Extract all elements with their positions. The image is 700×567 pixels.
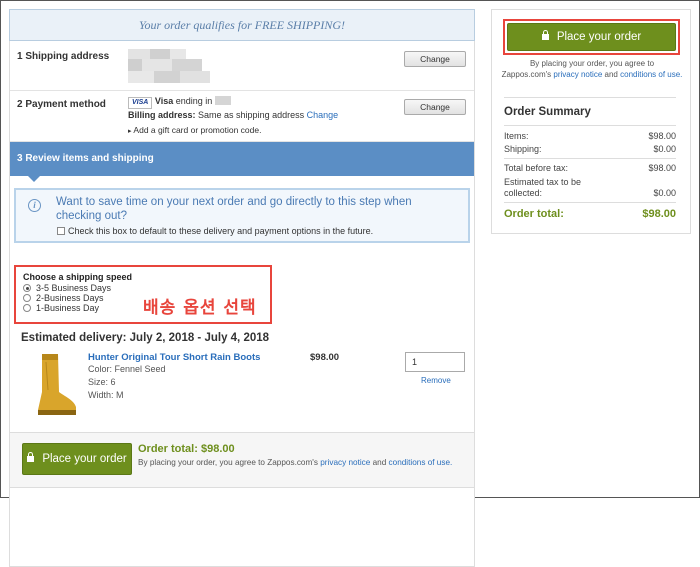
product-size: Size: 6 <box>88 377 116 387</box>
estimated-delivery: Estimated delivery: July 2, 2018 - July … <box>21 332 270 344</box>
product-color: Color: Fennel Seed <box>88 364 166 374</box>
summary-items-row: Items: $98.00 <box>504 131 676 141</box>
shipping-speed-title: Choose a shipping speed <box>23 272 133 282</box>
radio-selected-icon[interactable] <box>23 284 31 292</box>
bottom-agreement-text: By placing your order, you agree to Zapp… <box>138 458 453 467</box>
default-options-info-box: i Want to save time on your next order a… <box>14 188 470 243</box>
place-order-button-top[interactable]: Place your order <box>507 23 676 51</box>
order-summary-panel: Place your order By placing your order, … <box>491 9 691 234</box>
bottom-total-label: Order total: <box>138 443 198 455</box>
default-options-checkbox[interactable] <box>57 227 65 235</box>
info-text: Want to save time on your next order and… <box>56 196 412 222</box>
summary-total-row: Order total: $98.00 <box>504 208 676 220</box>
gift-card-row[interactable]: ▸ Add a gift card or promotion code. <box>128 125 261 135</box>
place-order-highlight: Place your order <box>503 19 680 55</box>
triangle-right-icon: ▸ <box>128 128 132 135</box>
change-shipping-button[interactable]: Change <box>404 51 466 67</box>
quantity-input[interactable]: 1 <box>405 352 465 372</box>
free-shipping-text: Your order qualifies for FREE SHIPPING! <box>138 18 346 32</box>
review-body: i Want to save time on your next order a… <box>10 188 474 566</box>
bottom-place-order-section: Place your order Order total: $98.00 By … <box>9 432 475 488</box>
card-ending-text: ending in <box>175 96 213 106</box>
billing-label: Billing address: <box>128 110 196 120</box>
bottom-total-value: $98.00 <box>200 443 235 455</box>
order-summary-title: Order Summary <box>504 106 591 118</box>
bottom-order-total: Order total: $98.00 <box>138 443 235 455</box>
shipping-address-step: 1 Shipping address Change <box>10 41 474 91</box>
product-price: $98.00 <box>310 352 340 363</box>
review-step-title: 3 Review items and shipping <box>17 153 154 164</box>
radio-icon[interactable] <box>23 304 31 312</box>
card-info: VISA Visa ending in <box>128 96 231 109</box>
lock-icon <box>27 452 35 462</box>
conditions-of-use-link[interactable]: conditions of use. <box>389 458 453 467</box>
lock-icon <box>541 30 549 40</box>
privacy-notice-link[interactable]: privacy notice <box>320 458 370 467</box>
billing-address: Billing address: Same as shipping addres… <box>128 110 338 120</box>
remove-link[interactable]: Remove <box>421 376 451 385</box>
info-icon: i <box>28 199 41 212</box>
summary-tax-row: Estimated tax to be collected: $0.00 <box>504 177 676 198</box>
sidebar-agreement-text: By placing your order, you agree to Zapp… <box>501 59 683 79</box>
payment-method-step: 2 Payment method VISA Visa ending in Bil… <box>10 91 474 142</box>
summary-before-tax-row: Total before tax: $98.00 <box>504 163 676 173</box>
gift-card-link[interactable]: Add a gift card or promotion code. <box>133 125 261 135</box>
shipping-option-1-day[interactable]: 1-Business Day <box>23 303 99 313</box>
product-width: Width: M <box>88 390 124 400</box>
visa-icon: VISA <box>128 97 153 109</box>
sidebar-conditions-link[interactable]: conditions of use. <box>620 70 682 79</box>
divider <box>504 97 676 98</box>
summary-shipping-row: Shipping: $0.00 <box>504 144 676 154</box>
sidebar-privacy-link[interactable]: privacy notice <box>553 70 602 79</box>
payment-method-title: 2 Payment method <box>17 99 106 110</box>
review-step-header: 3 Review items and shipping <box>10 142 474 182</box>
billing-value: Same as shipping address <box>198 110 305 120</box>
default-options-checkbox-label: Check this box to default to these deliv… <box>68 226 374 236</box>
rain-boot-image[interactable] <box>24 352 78 418</box>
redacted-card-number <box>214 96 231 105</box>
shipping-option-3-5-days[interactable]: 3-5 Business Days <box>23 283 111 293</box>
redacted-address <box>128 49 218 85</box>
card-type: Visa <box>154 96 174 106</box>
free-shipping-banner: Your order qualifies for FREE SHIPPING! <box>9 9 475 41</box>
divider <box>504 125 676 126</box>
shipping-address-title: 1 Shipping address <box>17 51 110 62</box>
divider <box>504 202 676 203</box>
shipping-option-2-days[interactable]: 2-Business Days <box>23 293 104 303</box>
product-name-link[interactable]: Hunter Original Tour Short Rain Boots <box>88 352 260 363</box>
place-order-button-bottom[interactable]: Place your order <box>22 443 132 475</box>
divider <box>504 158 676 159</box>
change-payment-button[interactable]: Change <box>404 99 466 115</box>
billing-change-link[interactable]: Change <box>307 110 339 120</box>
radio-icon[interactable] <box>23 294 31 302</box>
default-options-checkbox-row[interactable]: Check this box to default to these deliv… <box>57 226 373 236</box>
shipping-option-annotation: 배송 옵션 선택 <box>143 298 257 318</box>
